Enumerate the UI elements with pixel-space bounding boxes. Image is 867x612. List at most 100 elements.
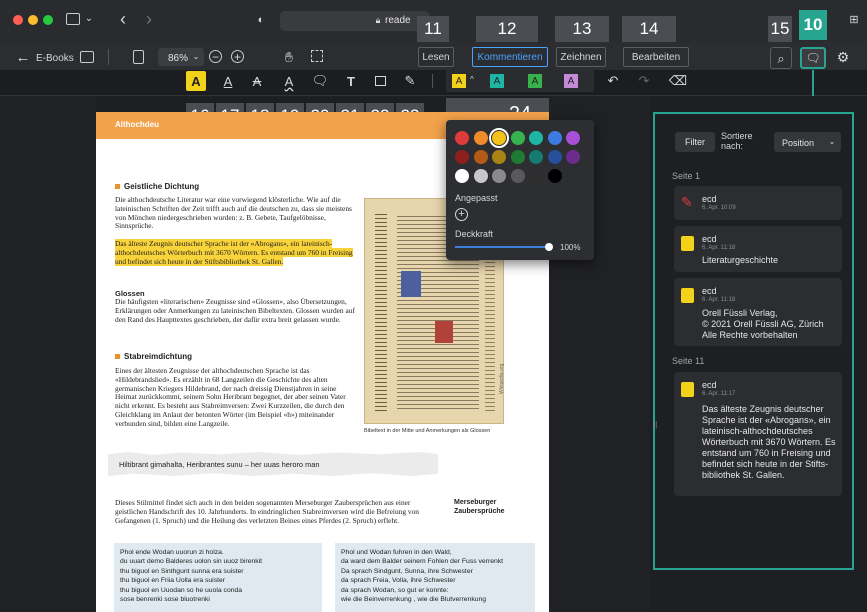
zoom-out-icon[interactable]: − [209, 50, 222, 63]
filter-button[interactable]: Filter [675, 132, 715, 152]
paragraph-1: Die althochdeutsche Literatur war eine v… [115, 195, 352, 231]
sidebar-resize-handle[interactable]: || [653, 420, 657, 432]
add-color-icon[interactable]: + [455, 208, 468, 221]
color-swatch[interactable] [473, 150, 488, 164]
heading-stabreimdichtung: Stabreimdichtung [115, 352, 192, 361]
highlighted-paragraph: Das älteste Zeugnis deutscher Sprache is… [115, 239, 355, 266]
highlighted-text[interactable]: Das älteste Zeugnis deutscher Sprache is… [115, 239, 353, 266]
color-preset-purple[interactable]: A [564, 74, 578, 88]
tab-kommentieren[interactable]: Kommentieren [472, 47, 548, 67]
text-tool[interactable]: T [341, 71, 361, 91]
note-tool[interactable]: 🗨︎ [310, 71, 330, 91]
toolbar-divider [432, 74, 433, 88]
callout-10: 10 [799, 10, 827, 40]
color-swatch[interactable] [529, 131, 543, 145]
zoom-in-icon[interactable]: + [231, 50, 244, 63]
color-swatch[interactable] [547, 131, 562, 145]
card-user: ecd [702, 286, 717, 296]
back-to-ebooks-link[interactable]: E-Books [36, 53, 74, 64]
color-swatch[interactable] [529, 150, 543, 164]
pen-tool[interactable]: ✎ [400, 71, 420, 91]
redo-button[interactable]: ↷ [634, 71, 654, 91]
color-swatch[interactable] [547, 169, 562, 183]
color-preset-yellow[interactable]: A [452, 74, 466, 88]
tabs-overview-icon[interactable]: ⊞ [848, 14, 860, 26]
manuscript-column-left [375, 211, 387, 411]
color-swatch[interactable] [473, 169, 488, 183]
color-swatch[interactable] [489, 128, 509, 148]
annotation-card[interactable]: ecd 6. Apr. 11:18 Literaturgeschichte [674, 226, 842, 272]
comment-bubble-icon: 🗨︎ [805, 50, 821, 65]
color-swatch[interactable] [455, 169, 469, 183]
eraser-tool[interactable]: ⌫ [668, 71, 688, 91]
lock-icon: 🔒︎ [375, 14, 381, 25]
card-user: ecd [702, 380, 717, 390]
privacy-shield-icon[interactable]: ◐ [256, 14, 266, 26]
color-swatch[interactable] [566, 131, 580, 145]
heading-geistliche-dichtung: Geistliche Dichtung [115, 182, 199, 191]
annotation-card[interactable]: ✎ ecd 6. Apr. 10:09 [674, 186, 842, 220]
panel-toggle-icon[interactable] [80, 51, 94, 63]
heading-text: Geistliche Dichtung [124, 182, 200, 191]
custom-color-label: Angepasst [455, 193, 498, 203]
opacity-slider-thumb[interactable] [545, 243, 553, 251]
back-arrow-icon[interactable]: ← [16, 50, 31, 65]
sort-label: Sortiere nach: [721, 131, 753, 151]
callout-12: 12 [476, 16, 538, 42]
toolbar-divider [108, 49, 109, 65]
chevron-down-icon[interactable]: ⌄ [84, 12, 94, 26]
card-date: 6. Apr. 11:18 [702, 245, 736, 251]
gear-icon[interactable]: ⚙︎ [836, 50, 850, 64]
card-text: Orell Füssli Verlag, © 2021 Orell Füssli… [702, 308, 824, 340]
sidebar-toggle-icon[interactable] [66, 13, 80, 25]
heading-bullet [115, 354, 120, 360]
hand-tool-icon[interactable]: ✋︎ [282, 49, 296, 64]
search-icon: ⌕ [777, 50, 785, 66]
underline-tool[interactable]: A [218, 71, 238, 91]
zoom-value: 86% [168, 53, 189, 64]
card-text: Literaturgeschichte [702, 255, 779, 265]
annotation-card[interactable]: ecd 6. Apr. 11:17 Das älteste Zeugnis de… [674, 372, 842, 496]
callout-11: 11 [417, 16, 449, 42]
browser-back-icon[interactable]: ‹ [116, 10, 130, 28]
opacity-value: 100% [560, 243, 581, 252]
color-swatch[interactable] [492, 169, 506, 183]
tab-lesen[interactable]: Lesen [418, 47, 454, 67]
color-preset-cyan[interactable]: A [490, 74, 504, 88]
highlight-tool[interactable]: A [186, 71, 206, 91]
image-caption: Bibeltext in der Mitte und Anmerkungen a… [364, 428, 491, 434]
color-preset-green[interactable]: A [528, 74, 542, 88]
rectangle-icon [374, 76, 386, 86]
left-gutter [0, 96, 96, 612]
strikethrough-tool[interactable]: A [247, 71, 267, 91]
tab-bearbeiten[interactable]: Bearbeiten [623, 47, 689, 67]
annotation-toolbar [0, 70, 867, 96]
card-user: ecd [702, 234, 717, 244]
tab-zeichnen[interactable]: Zeichnen [556, 47, 606, 67]
window-minimize-button[interactable] [28, 15, 38, 25]
color-swatch[interactable] [547, 150, 562, 164]
page-view-icon[interactable] [133, 50, 144, 64]
color-swatch[interactable] [510, 150, 525, 164]
color-swatch[interactable] [510, 131, 525, 145]
opacity-slider-track[interactable] [455, 246, 550, 248]
window-zoom-button[interactable] [43, 15, 53, 25]
color-swatch[interactable] [566, 150, 580, 164]
color-swatch[interactable] [473, 131, 488, 145]
chevron-up-icon[interactable]: ^ [468, 75, 476, 85]
shape-tool[interactable] [370, 71, 390, 91]
color-swatch[interactable] [492, 150, 506, 164]
manuscript-initial [435, 321, 453, 343]
squiggly-tool[interactable]: A [279, 71, 299, 91]
undo-button[interactable]: ↶ [603, 71, 623, 91]
browser-forward-icon[interactable]: › [142, 10, 156, 28]
color-swatch[interactable] [510, 169, 525, 183]
window-close-button[interactable] [13, 15, 23, 25]
color-swatch[interactable] [529, 169, 543, 183]
zoom-chevron-icon: ⌄ [192, 52, 200, 61]
color-swatch[interactable] [455, 131, 469, 145]
selection-tool-icon[interactable] [311, 50, 323, 62]
highlight-annotation-icon [681, 236, 694, 251]
annotation-card[interactable]: ecd 6. Apr. 11:18 Orell Füssli Verlag, ©… [674, 278, 842, 346]
color-swatch[interactable] [455, 150, 469, 164]
